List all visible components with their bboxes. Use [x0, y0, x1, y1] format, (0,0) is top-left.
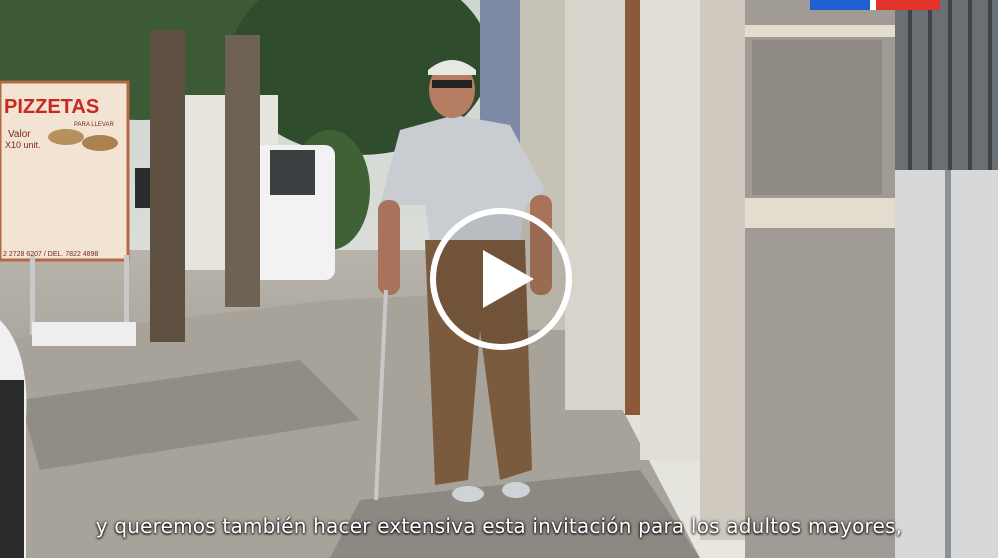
- sign-price: X10 unit.: [5, 140, 41, 150]
- sign-title: PIZZETAS: [4, 96, 99, 118]
- sign-phones: 2 2728 6207 / DEL. 7822 4898: [3, 251, 98, 258]
- flag-red-stripe: [876, 0, 940, 10]
- flag-blue-stripe: [810, 0, 870, 10]
- chile-flag-strip: [810, 0, 940, 10]
- video-player[interactable]: PIZZETAS PARA LLEVAR Valor X10 unit. 2 2…: [0, 0, 998, 558]
- play-button[interactable]: [430, 208, 572, 350]
- sign-valor: Valor: [8, 129, 31, 140]
- sign-small-text: PARA LLEVAR: [74, 122, 114, 128]
- play-icon: [483, 250, 534, 308]
- video-subtitle: y queremos también hacer extensiva esta …: [95, 514, 903, 538]
